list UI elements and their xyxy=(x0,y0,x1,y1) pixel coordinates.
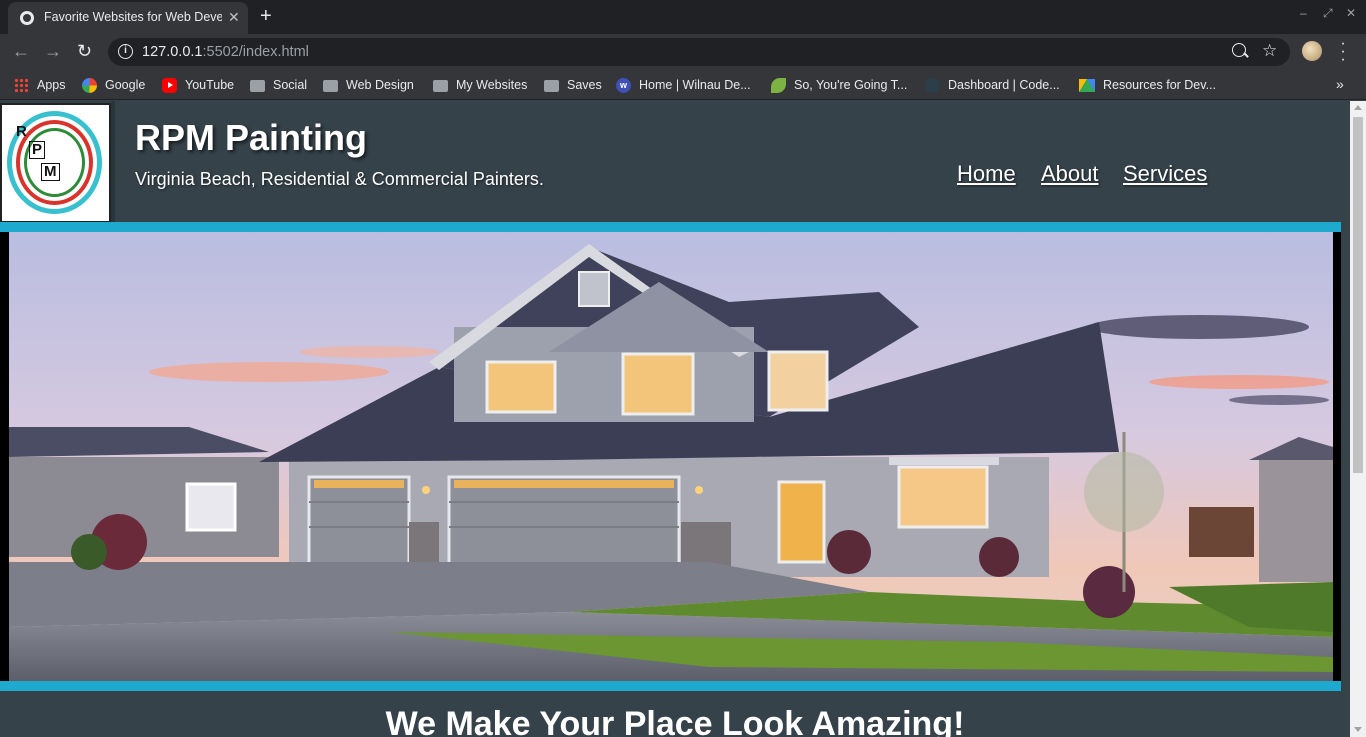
logo-letter-r: R xyxy=(16,123,27,140)
bookmark-label: Google xyxy=(105,78,146,92)
page-scrollbar[interactable] xyxy=(1350,101,1366,737)
bookmark-my-websites[interactable]: My Websites xyxy=(433,77,527,93)
hero-bottom-border xyxy=(0,681,1341,691)
bookmark-label: Web Design xyxy=(346,78,414,92)
hero-top-border xyxy=(0,222,1341,232)
apps-grid-icon xyxy=(14,77,29,93)
new-tab-icon[interactable]: + xyxy=(260,5,272,27)
folder-icon xyxy=(433,79,448,92)
codecademy-icon xyxy=(925,77,940,93)
bookmarks-bar: Apps Google YouTube Social Web Design My… xyxy=(0,70,1366,100)
url-text[interactable]: 127.0.0.1:5502/index.html xyxy=(142,44,309,60)
bookmark-label: Home | Wilnau De... xyxy=(639,78,751,92)
chevron-more-icon[interactable]: » xyxy=(1336,76,1344,92)
bookmark-label: Social xyxy=(273,78,308,92)
scrollbar-thumb[interactable] xyxy=(1353,117,1363,473)
wilnau-icon: w xyxy=(616,77,631,93)
hero-banner xyxy=(0,222,1341,691)
url-path: :5502/index.html xyxy=(202,44,309,60)
restore-icon[interactable]: ⤢ xyxy=(1323,6,1333,21)
bookmark-label: Apps xyxy=(37,78,66,92)
minimize-icon[interactable]: – xyxy=(1300,6,1307,20)
bookmark-social[interactable]: Social xyxy=(250,77,307,93)
browser-tab[interactable]: Favorite Websites for Web Deve ✕ xyxy=(8,2,248,34)
site-tagline: Virginia Beach, Residential & Commercial… xyxy=(135,169,544,189)
nav-about[interactable]: About xyxy=(1041,161,1099,187)
bookmark-label: Resources for Dev... xyxy=(1103,78,1217,92)
globe-icon xyxy=(20,11,34,25)
back-icon[interactable]: ← xyxy=(12,41,30,61)
hero-house-image xyxy=(9,232,1333,681)
bookmark-wilnau[interactable]: w Home | Wilnau De... xyxy=(616,77,751,93)
header-divider xyxy=(111,101,115,223)
zoom-icon[interactable] xyxy=(1232,43,1246,57)
bookmark-label: YouTube xyxy=(185,78,235,92)
folder-icon xyxy=(323,79,338,92)
bookmark-so-youre-going[interactable]: So, You're Going T... xyxy=(771,77,907,93)
browser-toolbar: ← → ↻ i 127.0.0.1:5502/index.html ☆ xyxy=(0,34,1366,70)
site-title: RPM Painting xyxy=(135,117,367,158)
google-icon xyxy=(82,77,97,93)
bookmark-google[interactable]: Google xyxy=(82,77,145,93)
leaf-icon xyxy=(771,77,786,93)
bookmark-label: Saves xyxy=(567,78,602,92)
bookmark-youtube[interactable]: YouTube xyxy=(162,77,234,93)
scroll-up-icon[interactable] xyxy=(1354,105,1362,110)
reload-icon[interactable]: ↻ xyxy=(77,41,92,61)
logo[interactable]: R P M xyxy=(0,103,111,223)
bookmark-star-icon[interactable]: ☆ xyxy=(1262,41,1277,61)
logo-letter-m: M xyxy=(41,163,60,181)
page-viewport: R P M RPM Painting Virginia Beach, Resid… xyxy=(0,101,1350,737)
info-icon[interactable]: i xyxy=(118,44,133,59)
bookmark-label: My Websites xyxy=(456,78,528,92)
google-drive-icon xyxy=(1079,79,1095,92)
section-headline: We Make Your Place Look Amazing! xyxy=(385,705,965,737)
close-window-icon[interactable]: ✕ xyxy=(1346,6,1356,20)
bookmark-saves[interactable]: Saves xyxy=(544,77,602,93)
bookmark-dashboard[interactable]: Dashboard | Code... xyxy=(925,77,1060,93)
bookmark-resources[interactable]: Resources for Dev... xyxy=(1079,77,1216,93)
bookmark-label: Dashboard | Code... xyxy=(948,78,1060,92)
forward-icon[interactable]: → xyxy=(44,41,62,61)
bookmark-apps[interactable]: Apps xyxy=(14,77,66,93)
profile-avatar[interactable] xyxy=(1302,41,1322,61)
folder-icon xyxy=(544,79,559,92)
close-tab-icon[interactable]: ✕ xyxy=(228,9,240,25)
address-bar[interactable]: i 127.0.0.1:5502/index.html ☆ xyxy=(108,38,1290,66)
bookmark-web-design[interactable]: Web Design xyxy=(323,77,414,93)
logo-letter-p: P xyxy=(29,141,46,159)
url-host: 127.0.0.1 xyxy=(142,44,203,60)
tab-title: Favorite Websites for Web Deve xyxy=(44,10,222,24)
scroll-down-icon[interactable] xyxy=(1354,727,1362,732)
tab-strip: Favorite Websites for Web Deve ✕ + – ⤢ ✕ xyxy=(0,0,1366,34)
menu-dots-icon[interactable]: · · · xyxy=(1340,36,1346,68)
bookmark-label: So, You're Going T... xyxy=(794,78,908,92)
nav-home[interactable]: Home xyxy=(957,161,1016,187)
youtube-icon xyxy=(162,77,177,93)
folder-icon xyxy=(250,79,265,92)
nav-services[interactable]: Services xyxy=(1123,161,1207,187)
